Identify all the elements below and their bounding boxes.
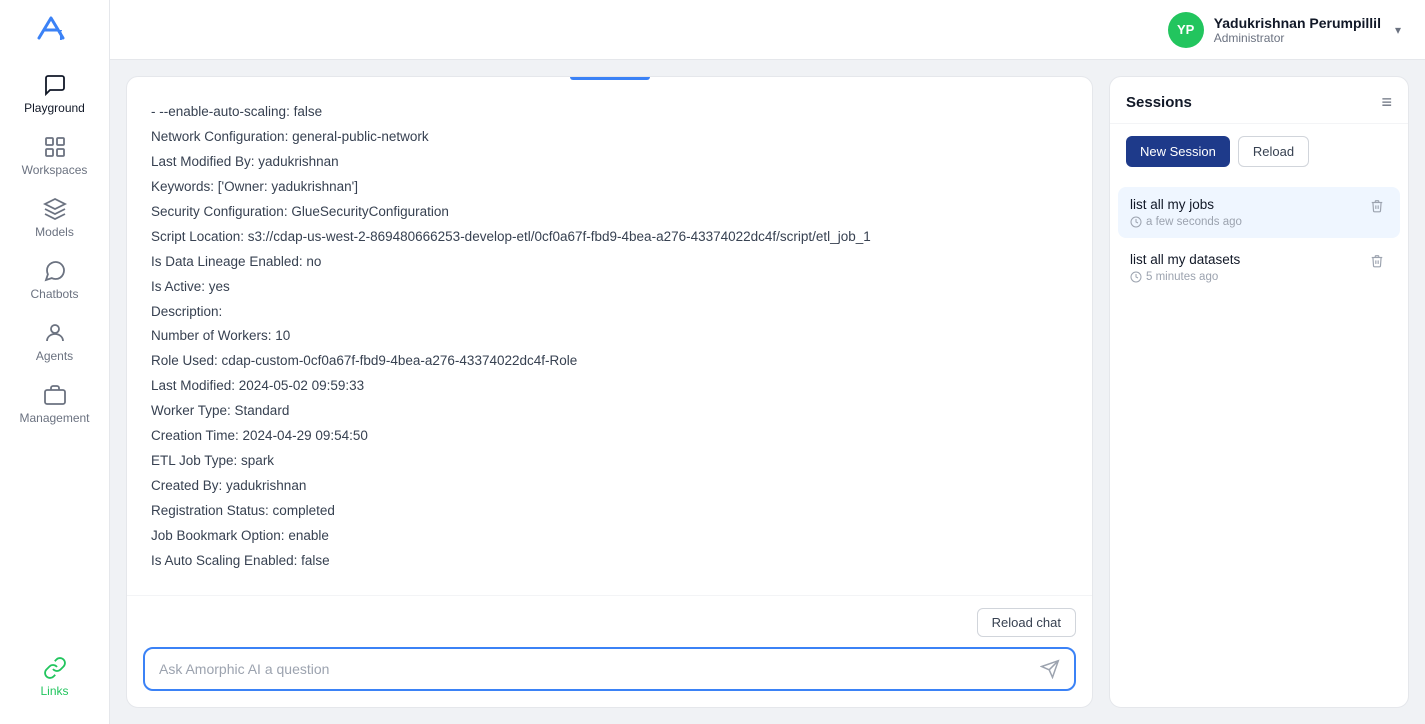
- user-role: Administrator: [1214, 31, 1381, 45]
- chat-panel: - --enable-auto-scaling: falseNetwork Co…: [126, 76, 1093, 708]
- logo: i: [31, 10, 79, 51]
- sidebar-item-workspaces[interactable]: Workspaces: [0, 125, 109, 187]
- sessions-menu-icon[interactable]: ≡: [1381, 93, 1392, 111]
- sessions-panel: Sessions ≡ New Session Reload list all m…: [1109, 76, 1409, 708]
- session-item-time: 5 minutes ago: [1130, 271, 1366, 283]
- sidebar-item-models-label: Models: [35, 225, 74, 239]
- session-item-content: list all my datasets 5 minutes ago: [1130, 252, 1366, 283]
- chat-input[interactable]: [159, 661, 1040, 677]
- session-item[interactable]: list all my datasets 5 minutes ago: [1118, 242, 1400, 293]
- sidebar-item-playground-label: Playground: [24, 101, 85, 115]
- trash-icon: [1370, 254, 1384, 268]
- sessions-title: Sessions: [1126, 94, 1192, 111]
- clock-icon: [1130, 271, 1142, 283]
- sidebar-item-management[interactable]: Management: [0, 373, 109, 435]
- reload-sessions-button[interactable]: Reload: [1238, 136, 1309, 167]
- avatar: YP: [1168, 12, 1204, 48]
- sidebar-item-workspaces-label: Workspaces: [22, 163, 88, 177]
- svg-text:i: i: [59, 27, 63, 43]
- sidebar-item-links[interactable]: Links: [0, 646, 109, 708]
- clock-icon: [1130, 216, 1142, 228]
- sidebar-item-chatbots-label: Chatbots: [30, 287, 78, 301]
- sidebar: i Playground Workspaces Models Chatbots: [0, 0, 110, 724]
- sidebar-item-management-label: Management: [19, 411, 89, 425]
- message-content: - --enable-auto-scaling: falseNetwork Co…: [151, 101, 1068, 573]
- reload-chat-row: Reload chat: [143, 608, 1076, 637]
- chat-footer: Reload chat: [127, 595, 1092, 707]
- sessions-list: list all my jobs a few seconds ago list …: [1110, 179, 1408, 707]
- send-button[interactable]: [1040, 659, 1060, 679]
- sessions-actions: New Session Reload: [1110, 124, 1408, 179]
- session-item-time: a few seconds ago: [1130, 216, 1366, 228]
- sidebar-item-agents[interactable]: Agents: [0, 311, 109, 373]
- chat-input-wrapper: [143, 647, 1076, 691]
- sessions-header: Sessions ≡: [1110, 77, 1408, 124]
- content-area: - --enable-auto-scaling: falseNetwork Co…: [110, 60, 1425, 724]
- session-delete-button[interactable]: [1366, 197, 1388, 215]
- models-icon: [43, 197, 67, 221]
- user-menu[interactable]: YP Yadukrishnan Perumpillil Administrato…: [1168, 12, 1401, 48]
- sidebar-bottom: Links: [0, 646, 109, 708]
- session-item-title: list all my jobs: [1130, 197, 1366, 212]
- chevron-down-icon: ▾: [1395, 23, 1401, 37]
- user-name: Yadukrishnan Perumpillil: [1214, 15, 1381, 31]
- topbar: YP Yadukrishnan Perumpillil Administrato…: [110, 0, 1425, 60]
- reload-chat-button[interactable]: Reload chat: [977, 608, 1076, 637]
- chatbots-icon: [43, 259, 67, 283]
- session-item-content: list all my jobs a few seconds ago: [1130, 197, 1366, 228]
- workspaces-icon: [43, 135, 67, 159]
- sidebar-item-links-label: Links: [40, 684, 68, 698]
- management-icon: [43, 383, 67, 407]
- sidebar-item-chatbots[interactable]: Chatbots: [0, 249, 109, 311]
- sidebar-item-agents-label: Agents: [36, 349, 73, 363]
- main-content: YP Yadukrishnan Perumpillil Administrato…: [110, 0, 1425, 724]
- user-details: Yadukrishnan Perumpillil Administrator: [1214, 15, 1381, 45]
- sidebar-item-models[interactable]: Models: [0, 187, 109, 249]
- chat-icon: [43, 73, 67, 97]
- session-delete-button[interactable]: [1366, 252, 1388, 270]
- chat-messages: - --enable-auto-scaling: falseNetwork Co…: [127, 77, 1092, 595]
- new-session-button[interactable]: New Session: [1126, 136, 1230, 167]
- send-icon: [1040, 659, 1060, 679]
- agents-icon: [43, 321, 67, 345]
- session-item-title: list all my datasets: [1130, 252, 1366, 267]
- trash-icon: [1370, 199, 1384, 213]
- session-item[interactable]: list all my jobs a few seconds ago: [1118, 187, 1400, 238]
- sidebar-item-playground[interactable]: Playground: [0, 63, 109, 125]
- link-icon: [43, 656, 67, 680]
